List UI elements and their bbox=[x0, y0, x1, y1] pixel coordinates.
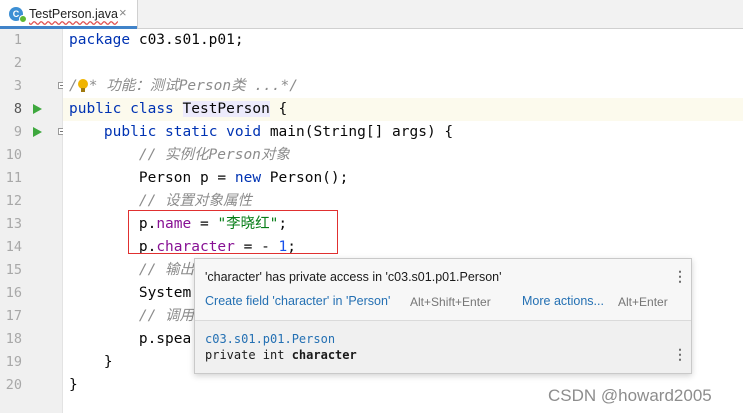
doc-field-name: character bbox=[291, 348, 357, 362]
code-text: ; bbox=[287, 239, 297, 255]
watermark: CSDN @howard2005 bbox=[548, 386, 712, 405]
line-number: 18 bbox=[5, 331, 22, 347]
line-number: 9 bbox=[13, 124, 22, 140]
gutter-line: 10 bbox=[0, 144, 62, 167]
comment-start: / bbox=[69, 78, 78, 94]
doc-declaration: private int character bbox=[205, 347, 357, 363]
create-field-action[interactable]: Create field 'character' in 'Person' bbox=[205, 293, 390, 309]
gutter-line: 2 bbox=[0, 52, 62, 75]
code-text: } bbox=[69, 377, 78, 393]
code-line[interactable]: p.character = - 1; bbox=[63, 236, 743, 259]
line-number: 17 bbox=[5, 308, 22, 324]
doc-more-options-icon[interactable]: ⋮ bbox=[673, 345, 687, 363]
code-text: ; bbox=[278, 216, 288, 232]
line-number: 10 bbox=[5, 147, 22, 163]
gutter-line: 15 bbox=[0, 259, 62, 282]
gutter-line: 8 bbox=[0, 98, 62, 121]
line-number: 8 bbox=[13, 101, 22, 117]
run-main-icon[interactable] bbox=[33, 127, 42, 137]
code-text: { bbox=[269, 101, 288, 117]
class-name: TestPerson bbox=[182, 101, 270, 117]
error-tooltip-popup: 'character' has private access in 'c03.s… bbox=[194, 258, 692, 374]
code-text: System bbox=[138, 285, 192, 301]
line-number: 3 bbox=[13, 78, 22, 94]
gutter-line: 1 bbox=[0, 29, 62, 52]
gutter-line: 11 bbox=[0, 167, 62, 190]
code-line[interactable]: public static void main(String[] args) { bbox=[63, 121, 743, 144]
keyword: class bbox=[130, 101, 174, 117]
field-name-error[interactable]: character bbox=[156, 239, 235, 255]
create-field-shortcut: Alt+Shift+Enter bbox=[410, 295, 491, 309]
quick-doc-section: c03.s01.p01.Person private int character bbox=[195, 321, 691, 373]
code-line[interactable]: // 设置对象属性 bbox=[63, 190, 743, 213]
code-text: Person p = bbox=[138, 170, 235, 186]
gutter-line: 18 bbox=[0, 328, 62, 351]
doc-class-link[interactable]: c03.s01.p01.Person bbox=[205, 331, 335, 347]
gutter-line: 12 bbox=[0, 190, 62, 213]
close-tab-icon[interactable]: × bbox=[119, 5, 127, 21]
doc-modifiers: private int bbox=[205, 348, 292, 362]
gutter-line: 16 bbox=[0, 282, 62, 305]
comment: // 实例化Person对象 bbox=[138, 147, 290, 163]
code-text: p. bbox=[138, 216, 157, 232]
code-text: p. bbox=[138, 239, 157, 255]
keyword: void bbox=[226, 124, 262, 140]
comment: // 设置对象属性 bbox=[138, 193, 253, 209]
tab-label: TestPerson.java bbox=[29, 7, 118, 21]
field-name: name bbox=[156, 216, 192, 232]
code-line[interactable]: / * 功能：测试Person类 ...*/ bbox=[63, 75, 743, 98]
code-text: p.spea bbox=[138, 331, 192, 347]
line-number: 12 bbox=[5, 193, 22, 209]
line-number: 16 bbox=[5, 285, 22, 301]
line-number: 11 bbox=[5, 170, 22, 186]
line-number: 19 bbox=[5, 354, 22, 370]
line-number: 14 bbox=[5, 239, 22, 255]
gutter-line: 17 bbox=[0, 305, 62, 328]
gutter-line: 9 bbox=[0, 121, 65, 144]
code-line-current[interactable]: public class TestPerson { bbox=[63, 98, 743, 121]
keyword: package bbox=[69, 32, 131, 48]
gutter-line: 14 bbox=[0, 236, 62, 259]
gutter-line: 19 bbox=[0, 351, 62, 374]
tab-testperson-java[interactable]: C TestPerson.java × bbox=[0, 0, 138, 29]
code-line[interactable]: package c03.s01.p01; bbox=[63, 29, 743, 52]
line-number: 15 bbox=[5, 262, 22, 278]
code-text: = - bbox=[234, 239, 279, 255]
code-text: Person(); bbox=[261, 170, 349, 186]
gutter-line: 3 bbox=[0, 75, 65, 98]
code-line[interactable]: Person p = new Person(); bbox=[63, 167, 743, 190]
line-number: 1 bbox=[13, 32, 22, 48]
gutter-line: 13 bbox=[0, 213, 62, 236]
string-literal: "李晓红" bbox=[217, 216, 279, 232]
run-class-icon[interactable] bbox=[33, 104, 42, 114]
line-number: 2 bbox=[13, 55, 22, 71]
code-line[interactable]: // 实例化Person对象 bbox=[63, 144, 743, 167]
lightbulb-icon[interactable] bbox=[77, 79, 88, 92]
keyword: static bbox=[165, 124, 218, 140]
editor-tab-bar: C TestPerson.java × bbox=[0, 0, 743, 29]
comment: // 调用 bbox=[138, 308, 195, 324]
code-text: = bbox=[191, 216, 218, 232]
keyword: new bbox=[234, 170, 262, 186]
folded-comment: * 功能：测试Person类 ...*/ bbox=[88, 78, 298, 94]
code-line[interactable]: p.name = "李晓红"; bbox=[63, 213, 743, 236]
comment: // 输出 bbox=[138, 262, 195, 278]
runnable-badge-icon bbox=[19, 15, 27, 23]
code-text: } bbox=[103, 354, 113, 370]
keyword: public bbox=[69, 101, 122, 117]
line-number: 13 bbox=[5, 216, 22, 232]
line-number: 20 bbox=[5, 377, 22, 393]
code-text: main(String[] args) { bbox=[261, 124, 454, 140]
more-actions-link[interactable]: More actions... bbox=[522, 293, 604, 309]
code-text: c03.s01.p01; bbox=[130, 32, 244, 48]
more-actions-shortcut: Alt+Enter bbox=[618, 295, 668, 309]
more-options-icon[interactable]: ⋮ bbox=[673, 267, 687, 285]
error-message: 'character' has private access in 'c03.s… bbox=[205, 270, 502, 284]
keyword: public bbox=[103, 124, 157, 140]
line-number-gutter: 1 2 3 8 9 10 11 12 13 14 15 16 17 18 19 … bbox=[0, 29, 65, 413]
number-literal: 1 bbox=[278, 239, 288, 255]
gutter-line: 20 bbox=[0, 374, 62, 397]
